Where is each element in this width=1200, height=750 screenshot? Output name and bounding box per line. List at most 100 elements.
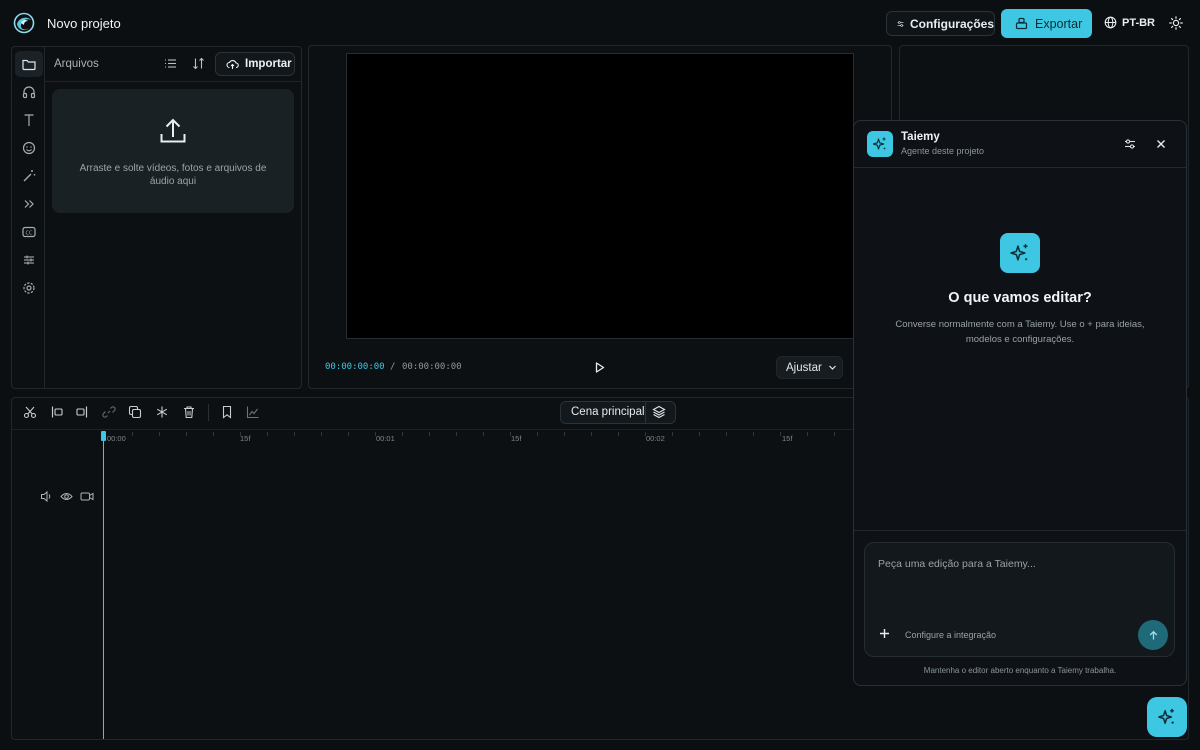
ruler-tick [213, 432, 214, 436]
video-canvas[interactable] [346, 53, 854, 339]
agent-fab-button[interactable] [1147, 697, 1187, 737]
list-view-icon[interactable] [164, 57, 177, 70]
bookmark-icon[interactable] [220, 405, 234, 419]
arrow-up-icon [1149, 630, 1157, 639]
captions-icon[interactable]: CC [21, 224, 37, 240]
settings-button-label: Configurações [909, 16, 994, 31]
ruler-label: 15f [240, 434, 251, 443]
chat-input[interactable]: Peça uma edição para a Taiemy... [878, 558, 1036, 570]
text-icon[interactable] [21, 112, 37, 128]
ruler-tick [672, 432, 673, 436]
theme-toggle-sun-icon[interactable] [1169, 16, 1183, 30]
ruler-label: 15f [511, 434, 522, 443]
ruler-tick [456, 432, 457, 436]
import-button-label: Importar [245, 58, 292, 70]
dropzone-text: Arraste e solte vídeos, fotos e arquivos… [79, 163, 267, 187]
agent-composer-divider [854, 530, 1186, 531]
upload-dropzone[interactable] [52, 89, 294, 213]
ruler-label: 00:00 [107, 434, 126, 443]
ruler-tick [510, 432, 511, 436]
volume-icon[interactable] [40, 490, 53, 503]
ruler-tick [780, 432, 781, 436]
graph-icon[interactable] [246, 405, 260, 419]
ruler-tick [267, 432, 268, 436]
fit-dropdown[interactable]: Ajustar [776, 356, 843, 379]
duplicate-icon[interactable] [128, 405, 142, 419]
playhead[interactable] [103, 432, 104, 739]
split-icon[interactable] [23, 405, 37, 419]
scene-divider [645, 402, 646, 423]
freeze-icon[interactable] [155, 405, 169, 419]
settings-icon[interactable] [21, 280, 37, 296]
agent-hero-description: Converse normalmente com a Taiemy. Use o… [895, 319, 1145, 345]
ruler-tick [618, 432, 619, 436]
svg-text:CC: CC [26, 230, 33, 236]
export-icon [1015, 17, 1028, 30]
sort-icon[interactable] [192, 57, 205, 70]
fit-dropdown-label: Ajustar [786, 361, 822, 374]
agent-settings-icon[interactable] [1124, 138, 1136, 150]
delete-icon[interactable] [182, 405, 196, 419]
plus-icon[interactable] [879, 628, 890, 639]
magic-wand-icon[interactable] [21, 168, 37, 184]
layers-icon[interactable] [652, 405, 666, 419]
files-panel-title: Arquivos [54, 58, 99, 70]
ruler-tick [591, 432, 592, 436]
eye-icon[interactable] [60, 490, 73, 503]
total-timecode: 00:00:00:00 [402, 362, 462, 372]
close-icon[interactable] [1155, 138, 1167, 150]
globe-icon [1104, 16, 1117, 29]
ruler-tick [834, 432, 835, 436]
scene-label[interactable]: Cena principal [571, 406, 645, 418]
ruler-tick [294, 432, 295, 436]
agent-name: Taiemy [901, 131, 940, 143]
integration-link[interactable]: Configure a integração [905, 630, 996, 640]
video-track-icon[interactable] [80, 490, 94, 503]
ruler-tick [321, 432, 322, 436]
headphones-icon[interactable] [21, 84, 37, 100]
playhead-handle[interactable] [101, 431, 106, 441]
chevron-down-icon [828, 365, 836, 370]
agent-subtitle: Agente deste projeto [901, 146, 985, 156]
smiley-icon[interactable] [21, 140, 37, 156]
ruler-tick [699, 432, 700, 436]
agent-header-divider [854, 167, 1186, 168]
ruler-tick [807, 432, 808, 436]
timecode-separator: / [390, 362, 396, 372]
tool-rail: CC [11, 46, 45, 389]
adjustments-icon[interactable] [21, 252, 37, 268]
trim-left-icon[interactable] [50, 405, 64, 419]
hero-sparkles-icon [1000, 233, 1040, 273]
ruler-tick [483, 432, 484, 436]
export-button[interactable]: Exportar [1001, 9, 1092, 38]
export-button-label: Exportar [1035, 16, 1083, 31]
upload-icon [158, 116, 188, 146]
link-icon[interactable] [102, 405, 116, 419]
ruler-label: 15f [782, 434, 793, 443]
ruler-label: 00:01 [376, 434, 395, 443]
project-title[interactable]: Novo projeto [47, 16, 121, 31]
ruler-tick [375, 432, 376, 436]
toolbar-separator [208, 404, 209, 421]
import-button[interactable]: Importar [215, 52, 295, 76]
transitions-icon[interactable] [21, 196, 37, 212]
send-button[interactable] [1138, 620, 1168, 650]
ruler-tick [645, 432, 646, 436]
language-selector[interactable]: PT-BR [1104, 16, 1155, 29]
settings-button[interactable]: Configurações [886, 11, 995, 36]
play-icon[interactable] [593, 361, 606, 374]
timeline-divider [12, 429, 853, 430]
ruler-tick [402, 432, 403, 436]
ruler-tick [753, 432, 754, 436]
agent-hero-title: O que vamos editar? [948, 290, 1092, 306]
app-logo-icon[interactable] [13, 12, 35, 34]
ruler-label: 00:02 [646, 434, 665, 443]
ruler-tick [132, 432, 133, 436]
ruler-tick [348, 432, 349, 436]
language-label: PT-BR [1122, 16, 1155, 29]
folder-icon[interactable] [21, 56, 37, 72]
fab-sparkles-icon [1158, 708, 1174, 724]
ruler-tick [240, 432, 241, 436]
trim-right-icon[interactable] [75, 405, 89, 419]
files-divider [45, 81, 301, 82]
